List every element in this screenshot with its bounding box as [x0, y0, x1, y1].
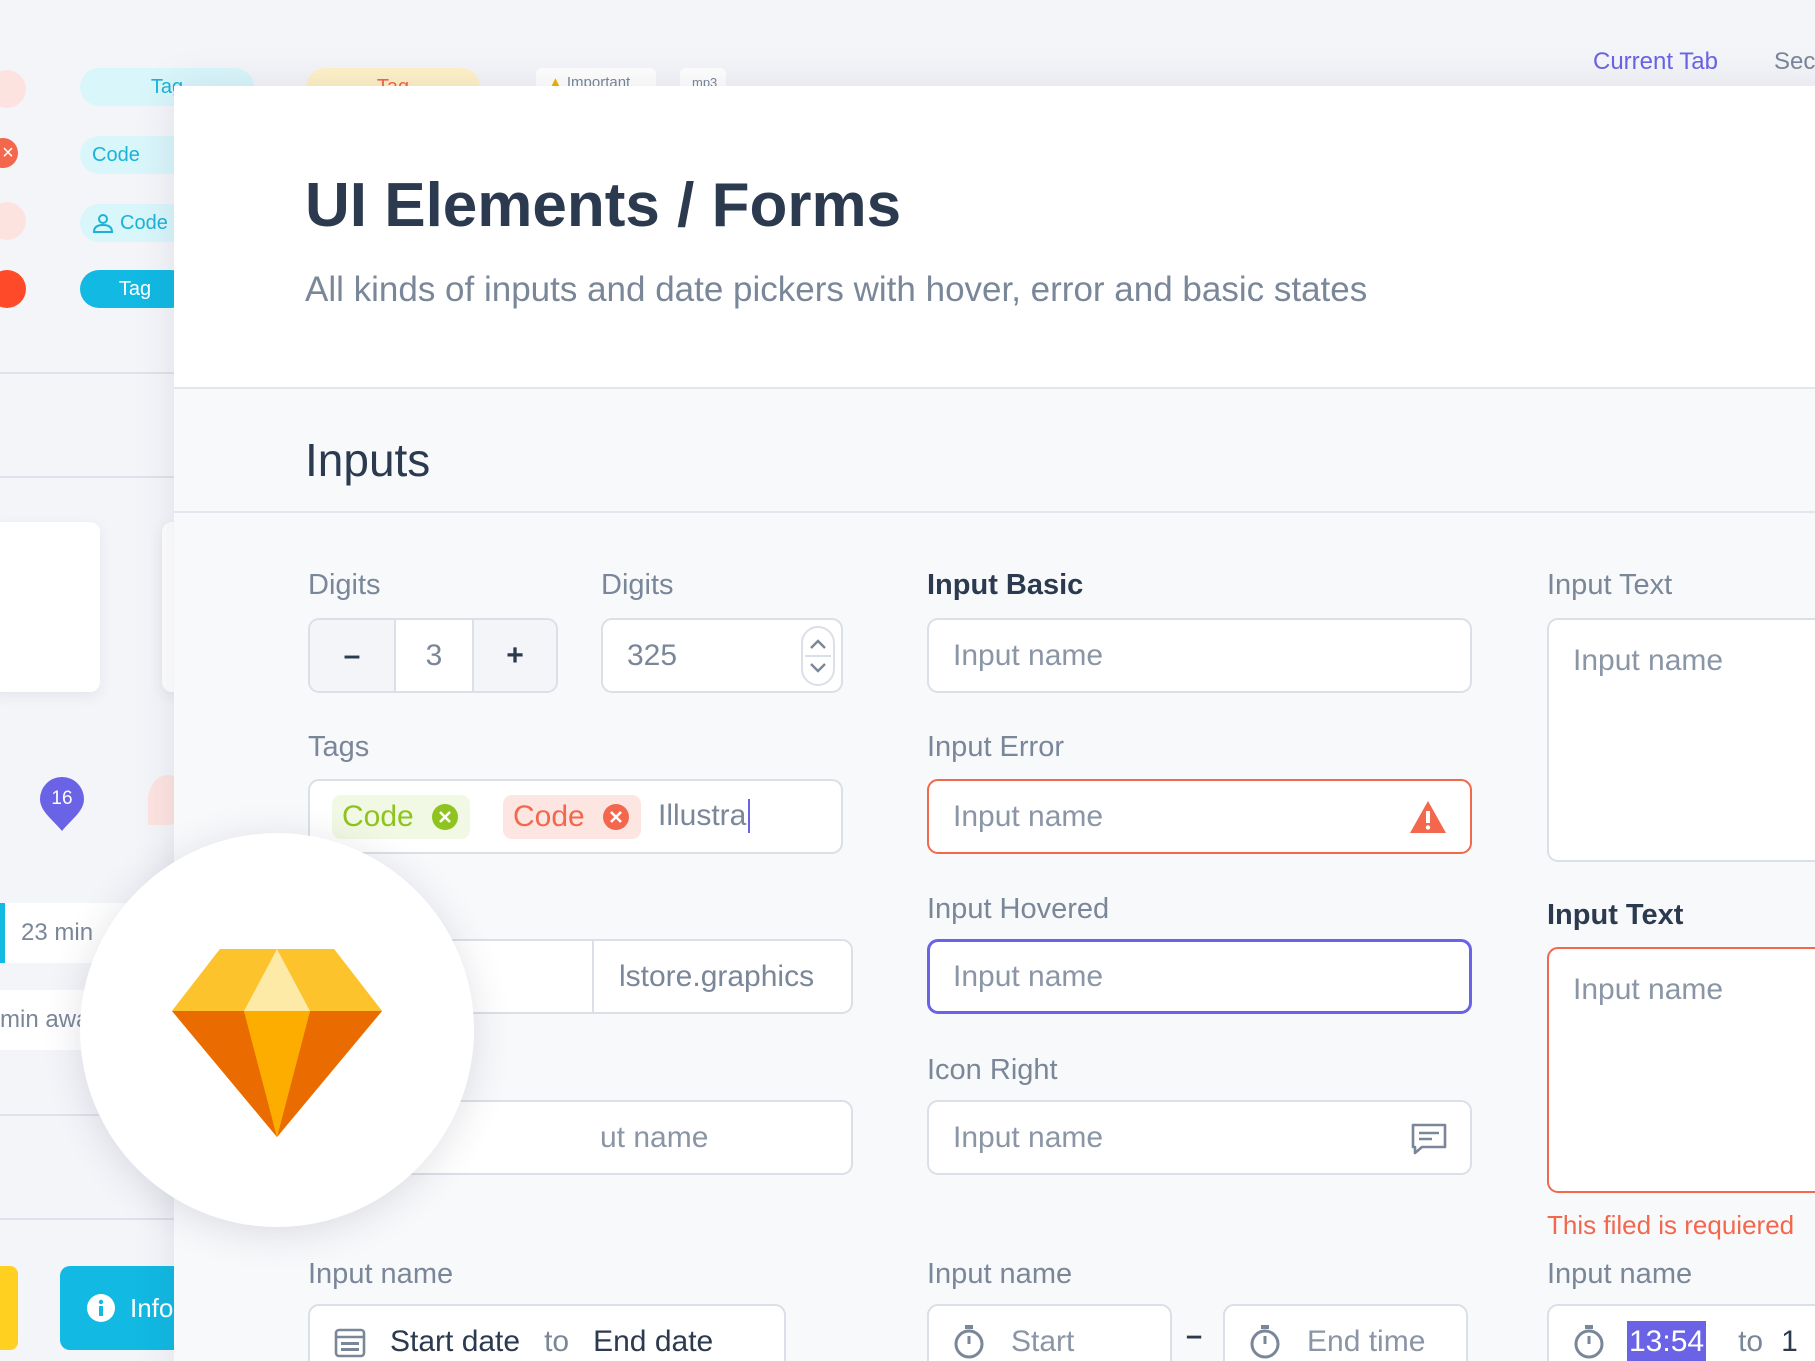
url-prefix-divider: [592, 941, 594, 1012]
bg-dot-1: [0, 70, 26, 108]
bg-dot-2: [0, 202, 26, 240]
section-header: Inputs: [174, 389, 1815, 513]
input-text-label: Input Text: [1547, 569, 1673, 601]
input-textarea-error[interactable]: Input name: [1547, 947, 1815, 1193]
page-header: UI Elements / Forms All kinds of inputs …: [174, 86, 1815, 389]
stepper-value[interactable]: 3: [396, 620, 472, 691]
bg-dot-3: [0, 270, 26, 308]
sketch-logo-badge: [80, 833, 474, 1227]
section-title: Inputs: [305, 434, 431, 486]
input-basic-label: Input Basic: [927, 569, 1084, 601]
end-time-value[interactable]: 1: [1781, 1325, 1798, 1359]
digits-label-2: Digits: [601, 569, 674, 601]
tab-current[interactable]: Current Tab: [1593, 48, 1718, 76]
error-message: This filed is requiered: [1547, 1210, 1795, 1240]
tab-second[interactable]: Sec: [1774, 48, 1815, 76]
input-text-error-label: Input Text: [1547, 899, 1684, 931]
digits-spinner[interactable]: 325: [601, 618, 843, 693]
end-date[interactable]: End date: [593, 1325, 713, 1359]
page-subtitle: All kinds of inputs and date pickers wit…: [305, 270, 1368, 309]
time-range-label: Input name: [927, 1258, 1073, 1290]
tags-label: Tags: [308, 731, 370, 763]
stopwatch-icon: [1250, 1324, 1280, 1358]
chevron-up-down-icon: [805, 639, 831, 673]
decrement-button[interactable]: –: [310, 620, 396, 691]
stopwatch-icon: [1574, 1324, 1604, 1358]
calendar-icon: [334, 1328, 366, 1357]
input-hovered-label: Input Hovered: [927, 893, 1110, 925]
input-basic[interactable]: Input name: [927, 618, 1472, 693]
input-error-label: Input Error: [927, 731, 1064, 763]
spinner-value: 325: [627, 638, 678, 672]
date-range-label: Input name: [308, 1258, 454, 1290]
tag-chip-error: Code: [503, 795, 641, 839]
bg-tooltip-card: [0, 522, 100, 692]
page-title: UI Elements / Forms: [305, 171, 902, 240]
selected-time[interactable]: 13:54: [1627, 1320, 1707, 1361]
close-circle-icon[interactable]: [430, 802, 460, 832]
message-icon[interactable]: [1410, 1122, 1448, 1156]
start-date[interactable]: Start date: [390, 1325, 520, 1359]
date-range-input[interactable]: Start date to End date: [308, 1304, 786, 1361]
user-icon: [92, 214, 114, 233]
time-range-label-2: Input name: [1547, 1258, 1693, 1290]
info-icon: [87, 1294, 115, 1322]
bg-yellow-button: [0, 1266, 18, 1350]
warning-icon: [1410, 801, 1446, 833]
icon-right-label: Icon Right: [927, 1054, 1058, 1086]
stopwatch-icon: [954, 1324, 984, 1358]
spinner-arrows[interactable]: [801, 626, 835, 686]
bg-divider-1: [0, 372, 180, 374]
close-circle-icon[interactable]: [601, 802, 631, 832]
input-hovered[interactable]: Input name: [927, 939, 1472, 1014]
time-end-input[interactable]: End time: [1223, 1304, 1468, 1361]
sketch-diamond-icon: [172, 949, 382, 1137]
bg-close-icon: ×: [0, 138, 18, 168]
input-error[interactable]: Input name: [927, 779, 1472, 854]
bg-divider-2: [0, 476, 180, 478]
map-pin-badge: 16: [38, 775, 86, 833]
time-separator: to: [1738, 1324, 1764, 1358]
tags-input-text: Illustra: [658, 799, 751, 833]
input-textarea[interactable]: Input name: [1547, 618, 1815, 862]
date-separator: to: [544, 1324, 570, 1358]
time-range-input-active[interactable]: 13:54 to 1: [1547, 1304, 1815, 1361]
time-start-input[interactable]: Start: [927, 1304, 1172, 1361]
digits-label: Digits: [308, 569, 381, 601]
increment-button[interactable]: +: [472, 620, 556, 691]
icon-right-input[interactable]: Input name: [927, 1100, 1472, 1175]
time-range-dash: –: [1186, 1320, 1203, 1352]
digits-stepper: – 3 +: [308, 618, 558, 693]
